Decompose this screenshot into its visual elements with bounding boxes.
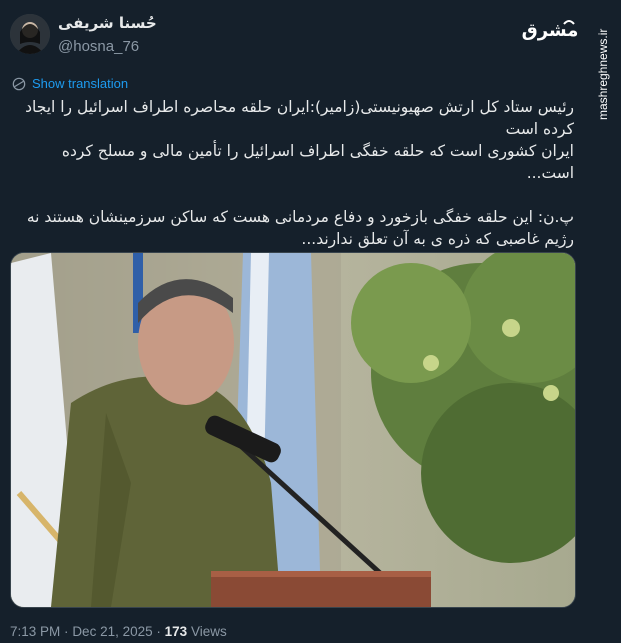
tweet-meta: 7:13 PM · Dec 21, 2025 · 173 Views: [10, 624, 227, 639]
views-count: 173: [164, 624, 188, 639]
tweet-time[interactable]: 7:13 PM: [10, 624, 60, 639]
tweet-line: ایران کشوری است که حلقه خفگی اطراف اسرائ…: [61, 142, 574, 182]
tweet-line: پ.ن: این حلقه خفگی بازخورد و دفاع مردمان…: [26, 208, 574, 248]
user-handle[interactable]: @hosna_76: [58, 38, 139, 55]
tweet: حُسنا شریفی @hosna_76 مشرق mashreghnews.…: [0, 0, 621, 643]
tweet-date[interactable]: Dec 21, 2025: [72, 624, 152, 639]
display-name[interactable]: حُسنا شریفی: [58, 14, 157, 32]
photo-illustration: [11, 253, 575, 607]
tweet-photo[interactable]: [10, 252, 576, 608]
show-translation-link[interactable]: Show translation: [12, 76, 128, 91]
svg-text:مشرق: مشرق: [522, 20, 579, 41]
mashregh-watermark: mashreghnews.ir: [592, 12, 614, 122]
tweet-line-break: [14, 184, 574, 206]
translate-icon: [12, 77, 26, 90]
tweet-line: رئیس ستاد کل ارتش صهیونیستی(زامیر):ایران…: [25, 98, 574, 138]
views-label: Views: [190, 624, 227, 639]
avatar[interactable]: [10, 14, 50, 54]
meta-separator: ·: [156, 624, 161, 639]
mashregh-logo: مشرق: [520, 10, 580, 50]
avatar-image: [10, 14, 50, 54]
show-translation-label: Show translation: [32, 76, 129, 91]
tweet-text: رئیس ستاد کل ارتش صهیونیستی(زامیر):ایران…: [14, 96, 574, 250]
svg-text:mashreghnews.ir: mashreghnews.ir: [596, 29, 610, 120]
meta-separator: ·: [64, 624, 69, 639]
